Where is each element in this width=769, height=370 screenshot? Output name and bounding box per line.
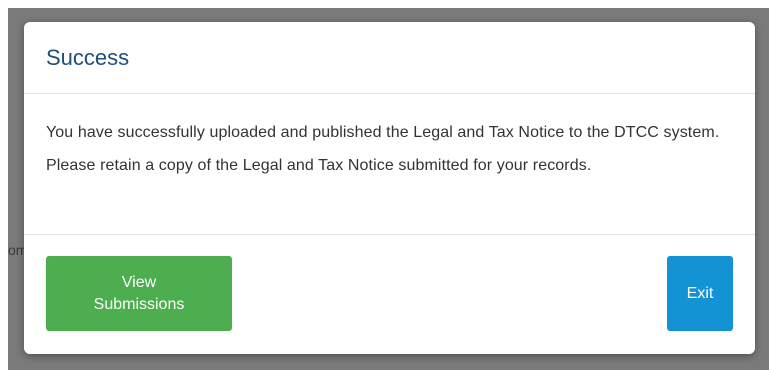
exit-button[interactable]: Exit [667, 256, 733, 331]
dialog-body: You have successfully uploaded and publi… [24, 94, 755, 235]
dialog-header: Success [24, 22, 755, 94]
dialog-title: Success [46, 45, 130, 70]
success-dialog: Success You have successfully uploaded a… [24, 22, 755, 354]
screen: om Success You have successfully uploade… [0, 0, 769, 370]
dialog-message: You have successfully uploaded and publi… [46, 124, 720, 174]
dialog-footer: View Submissions Exit [24, 235, 755, 353]
view-submissions-button[interactable]: View Submissions [46, 256, 232, 331]
